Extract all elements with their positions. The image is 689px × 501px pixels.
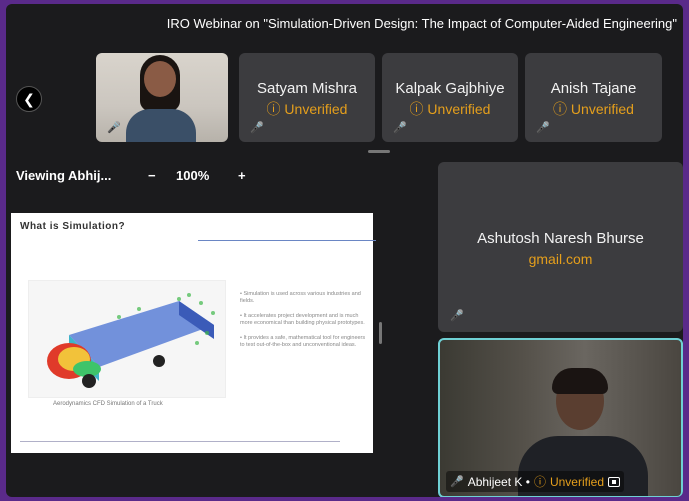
slide-divider	[198, 240, 376, 241]
chevron-left-icon: ❮	[23, 90, 35, 107]
bullet-item: • It provides a safe, mathematical tool …	[240, 335, 366, 348]
bullet-text: Simulation is used across various indust…	[240, 291, 361, 304]
truck-cfd-image	[28, 280, 226, 398]
person-body	[126, 109, 196, 142]
participant-name: Ashutosh Naresh Bhurse	[477, 230, 644, 247]
strip-resize-handle[interactable]	[368, 150, 390, 153]
meeting-window: IRO Webinar on "Simulation-Driven Design…	[6, 4, 683, 497]
warning-icon: ⓘ	[266, 101, 281, 117]
bullet-text: It provides a safe, mathematical tool fo…	[240, 335, 366, 348]
speaker-name: Abhijeet K •	[467, 474, 530, 489]
status-label: Unverified	[570, 101, 634, 117]
participant-tile[interactable]: Kalpak Gajbhiye ⓘ Unverified 🎤	[382, 53, 518, 142]
speaker-status: Unverified	[549, 474, 604, 489]
mic-off-icon: 🎤	[536, 122, 550, 134]
screen-share-icon	[608, 476, 620, 487]
mic-off-icon: 🎤	[107, 122, 121, 134]
mic-off-icon: 🎤	[450, 310, 464, 322]
zoom-level: 100%	[176, 168, 210, 183]
person-head	[144, 61, 176, 97]
slide-footer-line	[20, 441, 340, 442]
shared-screen[interactable]: What is Simulation? Aerodynamics CFD Sim…	[11, 213, 376, 453]
status-label: Unverified	[427, 101, 491, 117]
status-label: Unverified	[284, 101, 348, 117]
bullet-item: • Simulation is used across various indu…	[240, 291, 361, 304]
mic-on-icon: 🎤	[450, 476, 464, 488]
participant-tile-large[interactable]: Ashutosh Naresh Bhurse gmail.com 🎤	[438, 162, 683, 332]
warning-icon: ⓘ	[553, 101, 568, 117]
mic-off-icon: 🎤	[393, 122, 407, 134]
active-speaker-video[interactable]: 🎤 Abhijeet K • ⓘ Unverified	[438, 338, 683, 497]
slide-bullets: • Simulation is used across various indu…	[240, 291, 370, 357]
participant-name: Kalpak Gajbhiye	[395, 80, 505, 97]
participant-name: Satyam Mishra	[256, 80, 358, 97]
participant-status: ⓘ Unverified	[239, 99, 375, 119]
participant-tile[interactable]: Satyam Mishra ⓘ Unverified 🎤	[239, 53, 375, 142]
participant-email: gmail.com	[528, 251, 593, 267]
zoom-out-button[interactable]: −	[148, 168, 156, 183]
panel-resize-handle[interactable]	[379, 322, 382, 344]
participant-tile[interactable]: Anish Tajane ⓘ Unverified 🎤	[525, 53, 662, 142]
mic-off-icon: 🎤	[250, 122, 264, 134]
person-hair	[552, 368, 608, 394]
previous-page-button[interactable]: ❮	[16, 86, 42, 112]
speaker-label: 🎤 Abhijeet K • ⓘ Unverified	[446, 471, 624, 492]
slide-caption: Aerodynamics CFD Simulation of a Truck	[53, 401, 163, 407]
participant-name: Anish Tajane	[550, 80, 637, 97]
viewing-label: Viewing Abhij...	[16, 168, 112, 183]
bullet-text: It accelerates project development and i…	[240, 313, 365, 326]
screen-share-toolbar: Viewing Abhij... − 100% +	[16, 168, 246, 183]
warning-icon: ⓘ	[533, 475, 546, 489]
bullet-item: • It accelerates project development and…	[240, 313, 365, 326]
slide-title: What is Simulation?	[20, 221, 126, 232]
participant-video-tile[interactable]: 🎤	[96, 53, 228, 142]
participant-status: ⓘ Unverified	[525, 99, 662, 119]
participant-status: ⓘ Unverified	[382, 99, 518, 119]
zoom-in-button[interactable]: +	[238, 168, 246, 183]
meeting-title: IRO Webinar on "Simulation-Driven Design…	[166, 16, 677, 31]
warning-icon: ⓘ	[409, 101, 424, 117]
cfd-visual	[47, 293, 215, 388]
